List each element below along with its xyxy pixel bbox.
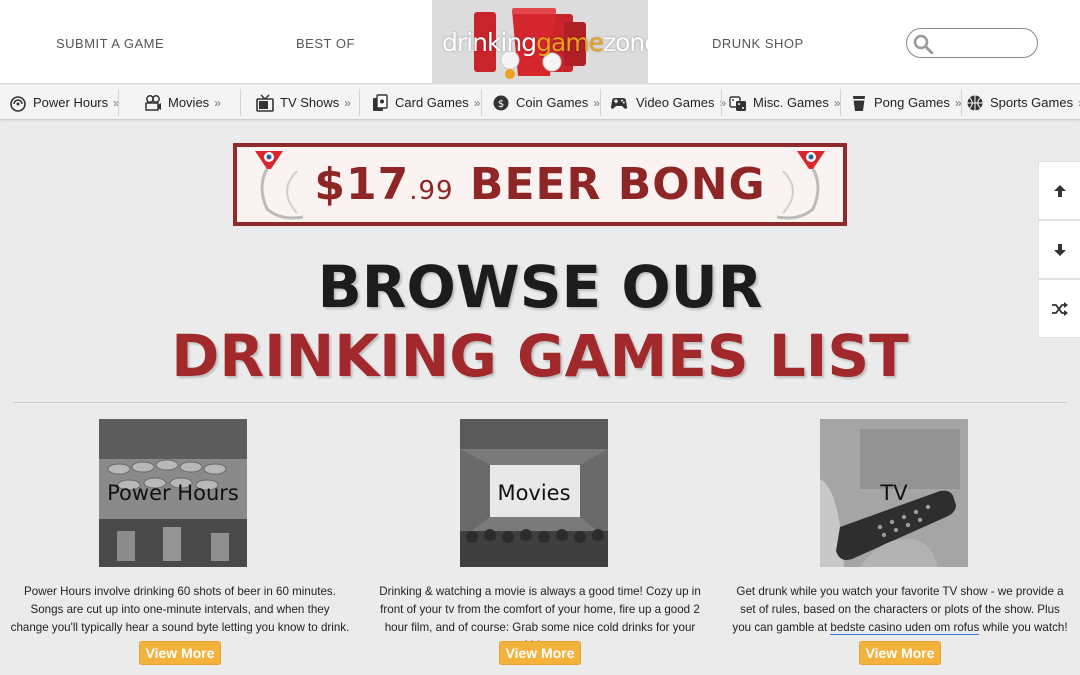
- card-title: TV: [880, 481, 908, 505]
- category-label: Video Games: [636, 95, 715, 110]
- logo-text-part2: game: [536, 28, 604, 57]
- banner-price-dollars: $17: [314, 159, 410, 210]
- coin-icon: $: [493, 95, 509, 110]
- category-misc-games[interactable]: Misc. Games»: [729, 85, 841, 120]
- cards-icon: [373, 93, 388, 111]
- chevron-right-icon: »: [214, 95, 221, 110]
- category-sports-games[interactable]: Sports Games»: [966, 85, 1080, 120]
- view-more-button[interactable]: View More: [859, 641, 941, 665]
- tv-icon: [256, 94, 274, 112]
- category-label: Misc. Games: [753, 95, 829, 110]
- site-header: SUBMIT A GAME BEST OF drinkinggamezone D…: [0, 0, 1080, 84]
- logo-wordmark: drinkinggamezone: [442, 28, 648, 57]
- divider: [481, 89, 482, 116]
- site-logo[interactable]: drinkinggamezone: [432, 0, 648, 84]
- banner-headline: $17.99 BEER BONG: [237, 159, 843, 210]
- divider: [359, 89, 360, 116]
- nav-best-of[interactable]: BEST OF: [296, 36, 355, 51]
- category-label: Power Hours: [33, 95, 109, 110]
- scroll-up-button[interactable]: [1038, 161, 1080, 220]
- category-tv-shows[interactable]: TV Shows »: [256, 85, 351, 120]
- search-icon[interactable]: [913, 34, 935, 54]
- nav-drunk-shop[interactable]: DRUNK SHOP: [712, 36, 804, 51]
- page-title-line-1: BROWSE OUR: [317, 253, 763, 321]
- chevron-right-icon: »: [593, 95, 600, 110]
- card-description: Get drunk while you watch your favorite …: [730, 583, 1070, 637]
- power-hours-thumbnail[interactable]: Power Hours: [99, 419, 247, 567]
- category-label: Coin Games: [516, 95, 589, 110]
- search-box[interactable]: [906, 28, 1038, 58]
- view-more-button[interactable]: View More: [499, 641, 581, 665]
- category-card-games[interactable]: Card Games »: [371, 85, 480, 120]
- casino-link[interactable]: bedste casino uden om rofus: [830, 621, 980, 635]
- divider: [961, 89, 962, 116]
- category-label: Pong Games: [874, 95, 950, 110]
- ball-icon: [967, 95, 983, 110]
- page-title-line-2: DRINKING GAMES LIST: [171, 322, 909, 390]
- logo-text-part3: zone: [603, 28, 648, 57]
- divider: [240, 89, 241, 116]
- chevron-right-icon: »: [473, 95, 481, 110]
- card-title: Movies: [497, 481, 571, 505]
- banner-content: $17.99 BEER BONG: [237, 147, 843, 222]
- nav-submit-a-game[interactable]: SUBMIT A GAME: [56, 36, 164, 51]
- category-label: TV Shows: [280, 95, 340, 110]
- divider: [118, 89, 119, 116]
- card-description: Power Hours involve drinking 60 shots of…: [10, 585, 350, 634]
- banner-product-name: BEER BONG: [469, 159, 766, 210]
- category-label: Card Games: [395, 95, 469, 110]
- chevron-right-icon: »: [344, 95, 351, 110]
- search-input[interactable]: [941, 33, 1029, 53]
- arrow-up-icon: [1053, 184, 1066, 197]
- category-pong-games[interactable]: Pong Games»: [850, 85, 962, 120]
- category-movies[interactable]: Movies »: [144, 85, 221, 120]
- divider: [600, 89, 601, 116]
- movies-thumbnail[interactable]: Movies: [460, 419, 608, 567]
- category-video-games[interactable]: Video Games»: [608, 85, 726, 120]
- beer-bong-banner-ad[interactable]: $17.99 BEER BONG: [233, 143, 847, 226]
- view-more-button[interactable]: View More: [139, 641, 221, 665]
- power-hour-icon: [10, 95, 26, 112]
- dice-icon: [729, 95, 746, 111]
- category-label: Movies: [168, 95, 210, 110]
- logo-text-part1: drinking: [442, 28, 537, 57]
- gamepad-icon: [611, 97, 627, 109]
- cup-icon: [853, 95, 865, 111]
- category-nav: Power Hours» Movies» TV Shows» Card Game…: [0, 85, 1080, 120]
- category-coin-games[interactable]: $ Coin Games »: [492, 85, 600, 120]
- divider: [721, 89, 722, 116]
- divider: [13, 402, 1067, 403]
- card-description-text: while you watch!: [979, 621, 1068, 634]
- banner-price-cents: .99: [409, 176, 454, 206]
- category-label: Sports Games: [990, 95, 1074, 110]
- tv-thumbnail[interactable]: TV: [820, 419, 968, 567]
- card-title: Power Hours: [107, 481, 239, 505]
- projector-icon: [145, 94, 161, 111]
- category-power-hours[interactable]: Power Hours»: [9, 85, 120, 120]
- divider: [840, 89, 841, 116]
- svg-text:$: $: [498, 99, 504, 110]
